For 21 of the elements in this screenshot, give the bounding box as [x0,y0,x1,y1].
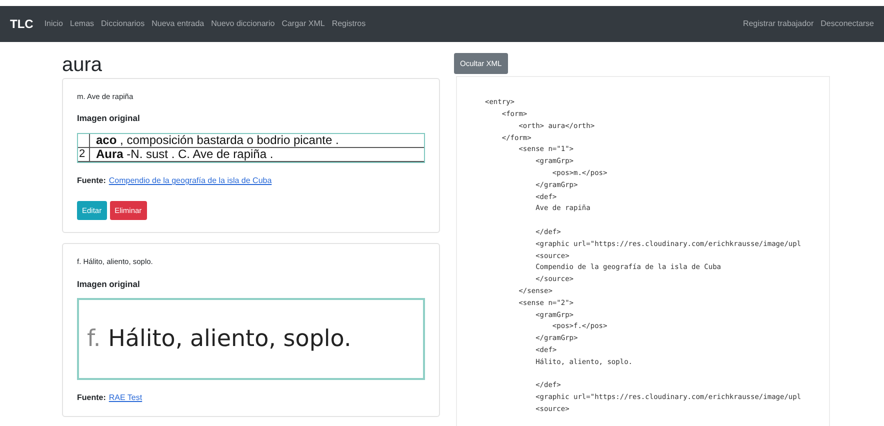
nav-link[interactable]: Cargar XML [282,18,325,30]
brand-link[interactable]: TLC [10,15,34,33]
source-link[interactable]: Compendio de la geografía de la isla de Cuba [108,175,272,187]
image-text: f. Hálito, aliento, soplo. [87,325,352,354]
source-label: Fuente: [77,392,106,404]
scan-text: Aura -N. sust . C. Ave de rapiña . [95,148,274,161]
image-heading: Imagen original [77,278,141,290]
nav-link[interactable]: Lemas [70,18,94,30]
nav-link[interactable]: Registros [332,18,366,30]
nav-link[interactable]: Nuevo diccionario [211,18,275,30]
scan-text: aco , composición bastarda o bodrio picante . [95,134,339,147]
entry-title: aura [62,53,104,78]
image-heading: Imagen original [77,112,141,125]
line-number: 2 [78,148,90,161]
source-link[interactable]: RAE Test [108,392,142,404]
nav-link[interactable]: Registrar trabajador [742,18,814,30]
nav-link[interactable]: Diccionarios [101,18,145,30]
source-label: Fuente: [77,175,106,187]
nav-link[interactable]: Inicio [44,18,64,30]
nav-link[interactable]: Desconectarse [820,18,874,30]
nav-link[interactable]: Nueva entrada [152,18,204,30]
